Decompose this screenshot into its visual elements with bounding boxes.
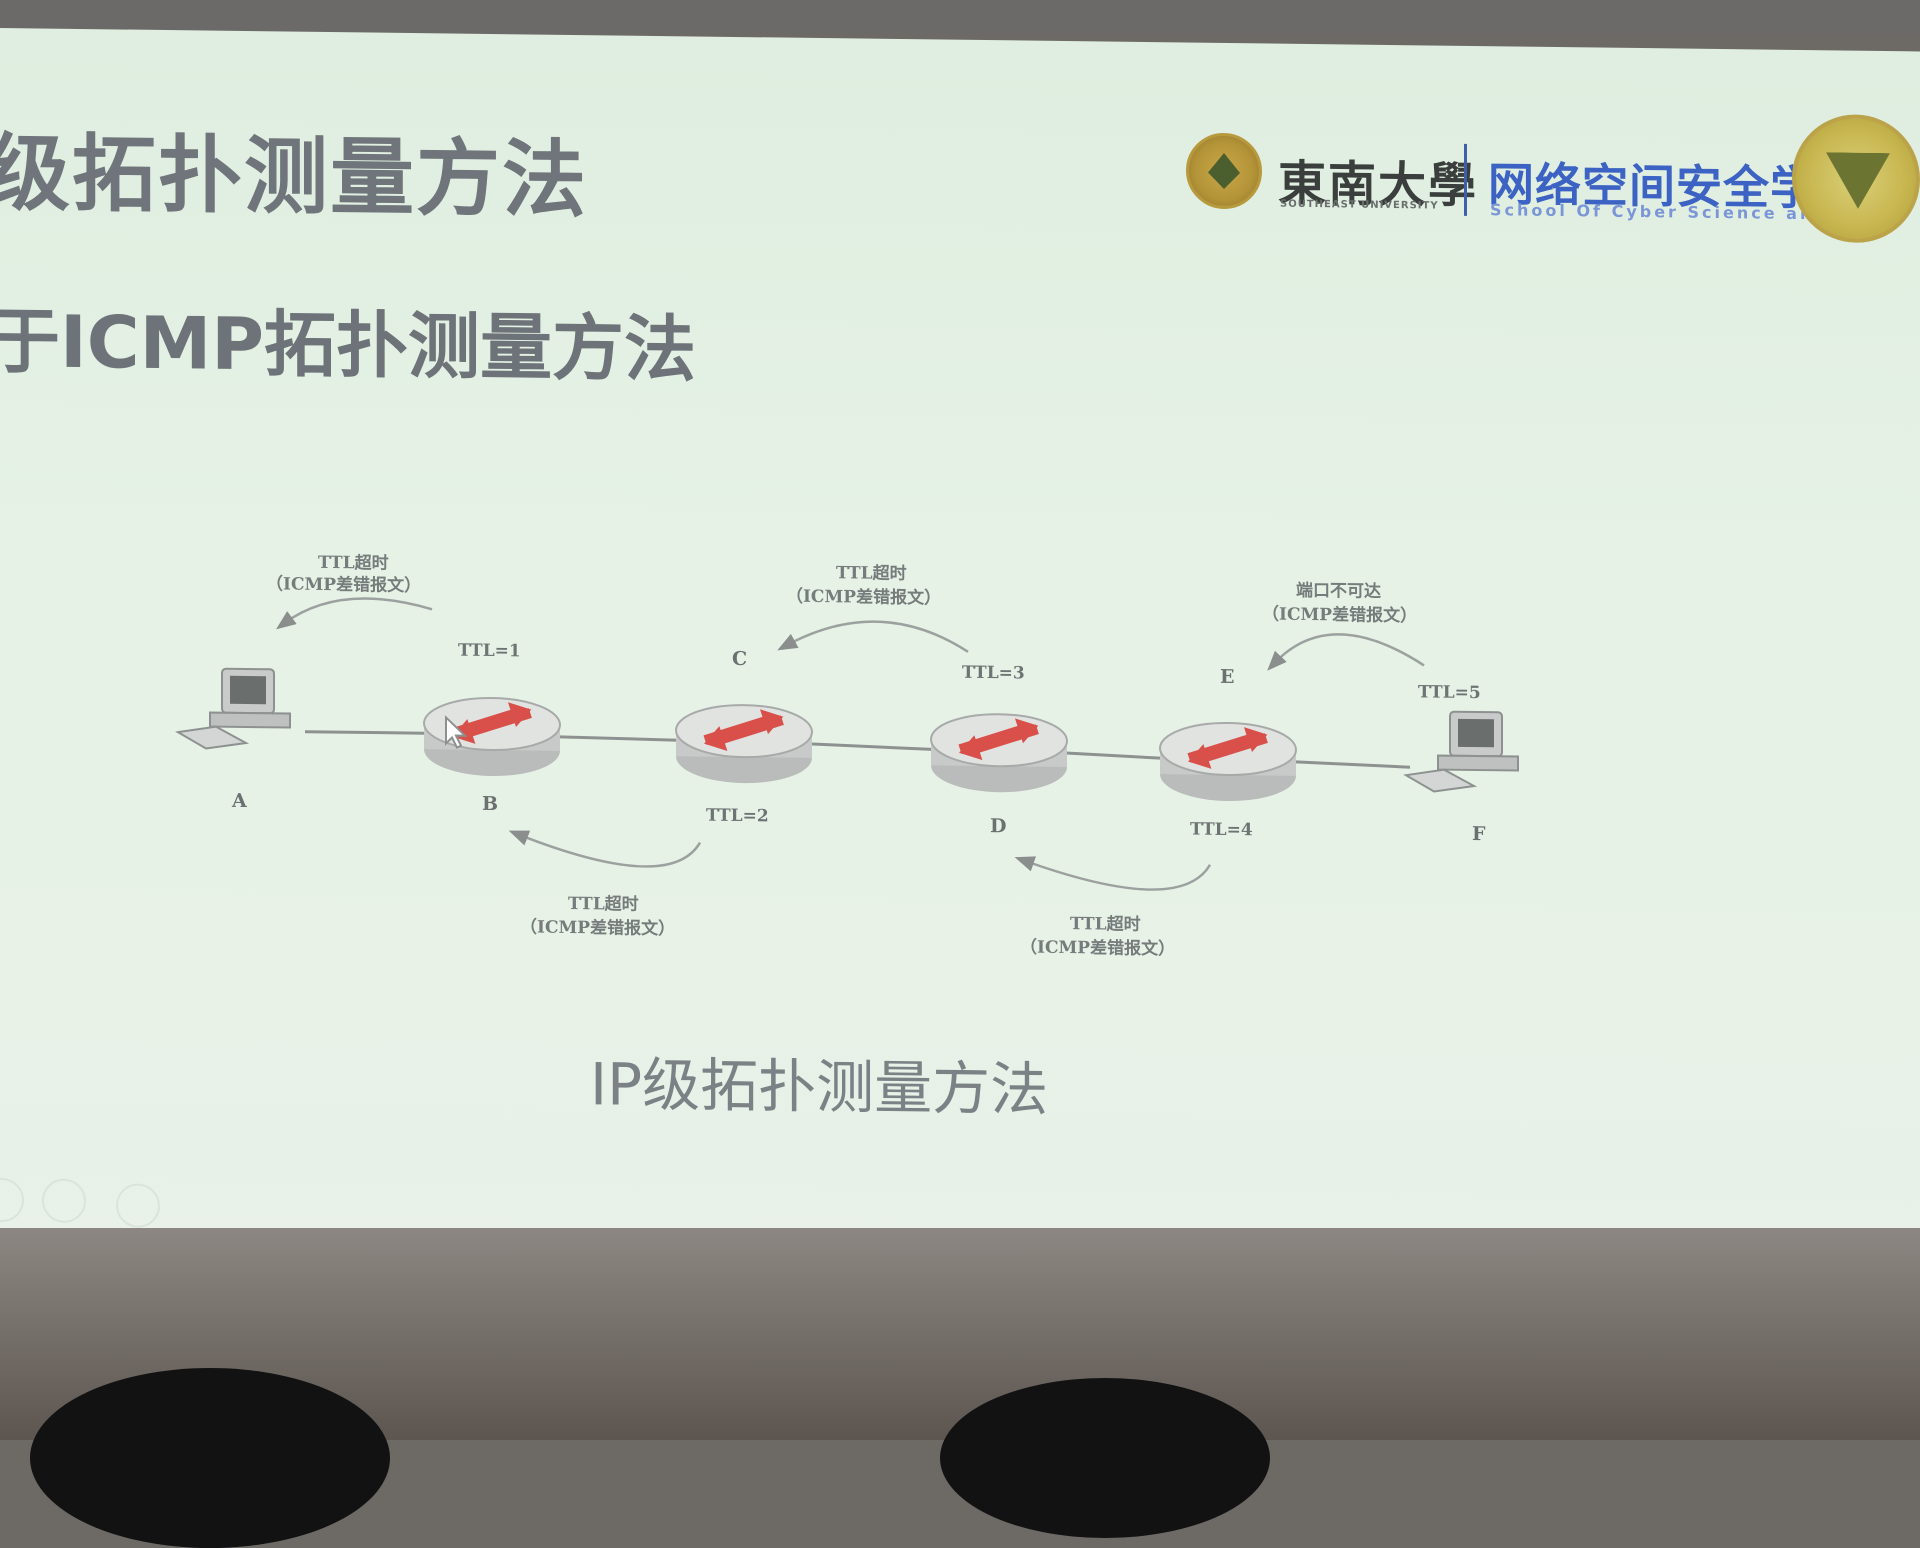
link-a-b	[305, 730, 425, 735]
host-icon	[176, 667, 292, 751]
reply-note-line2: （ICMP差错报文）	[1020, 936, 1175, 959]
router-icon	[929, 710, 1069, 795]
zoom-button[interactable]	[42, 1178, 86, 1224]
link-d-e	[1065, 751, 1161, 760]
link-b-c	[559, 735, 679, 742]
host-icon	[1404, 710, 1520, 794]
reply-note-line1: 端口不可达	[1296, 580, 1381, 602]
reply-note-line1: TTL超时	[1070, 913, 1141, 935]
node-label-e: E	[1220, 666, 1234, 688]
audience-head	[940, 1378, 1270, 1538]
reply-note-line2: （ICMP差错报文）	[1262, 603, 1417, 626]
ttl-label: TTL=1	[458, 641, 521, 662]
node-label-d: D	[990, 815, 1006, 837]
reply-arrow-e-to-d	[1014, 856, 1212, 891]
reply-note-line2: （ICMP差错报文）	[520, 916, 675, 939]
ttl-label: TTL=3	[962, 663, 1025, 684]
classroom-floor	[0, 1228, 1920, 1548]
router-icon	[674, 701, 814, 785]
node-label-f: F	[1472, 823, 1486, 845]
link-e-f	[1295, 760, 1411, 769]
reply-note-line2: （ICMP差错报文）	[266, 573, 421, 596]
node-label-a: A	[231, 790, 247, 812]
audience-head	[30, 1368, 390, 1548]
projected-slide: 级拓扑测量方法 東南大學 SOUTHEAST UNIVERSITY 网络空间安全…	[0, 28, 1920, 1314]
ttl-label: TTL=2	[706, 806, 769, 827]
reply-arrow-c-to-b	[508, 830, 702, 868]
reply-note-line1: TTL超时	[318, 552, 389, 574]
ttl-label: TTL=4	[1190, 820, 1253, 841]
mouse-pointer-icon	[445, 715, 468, 749]
room-ceiling	[0, 0, 1920, 34]
node-label-b: B	[482, 793, 498, 815]
reply-note-line1: TTL超时	[568, 893, 639, 915]
node-label-c: C	[732, 648, 747, 670]
reply-note-line1: TTL超时	[836, 562, 907, 584]
reply-arrow-d-to-c	[777, 620, 969, 653]
router-icon	[1158, 718, 1298, 803]
ttl-label: TTL=5	[1418, 682, 1481, 703]
reply-note-line2: （ICMP差错报文）	[786, 586, 941, 609]
diagram-caption: IP级拓扑测量方法	[590, 1050, 1049, 1124]
reply-arrow-b-to-a	[275, 597, 433, 630]
reply-arrow-f-to-e	[1267, 633, 1425, 671]
link-c-d	[809, 742, 933, 751]
more-options-button[interactable]	[116, 1183, 160, 1228]
